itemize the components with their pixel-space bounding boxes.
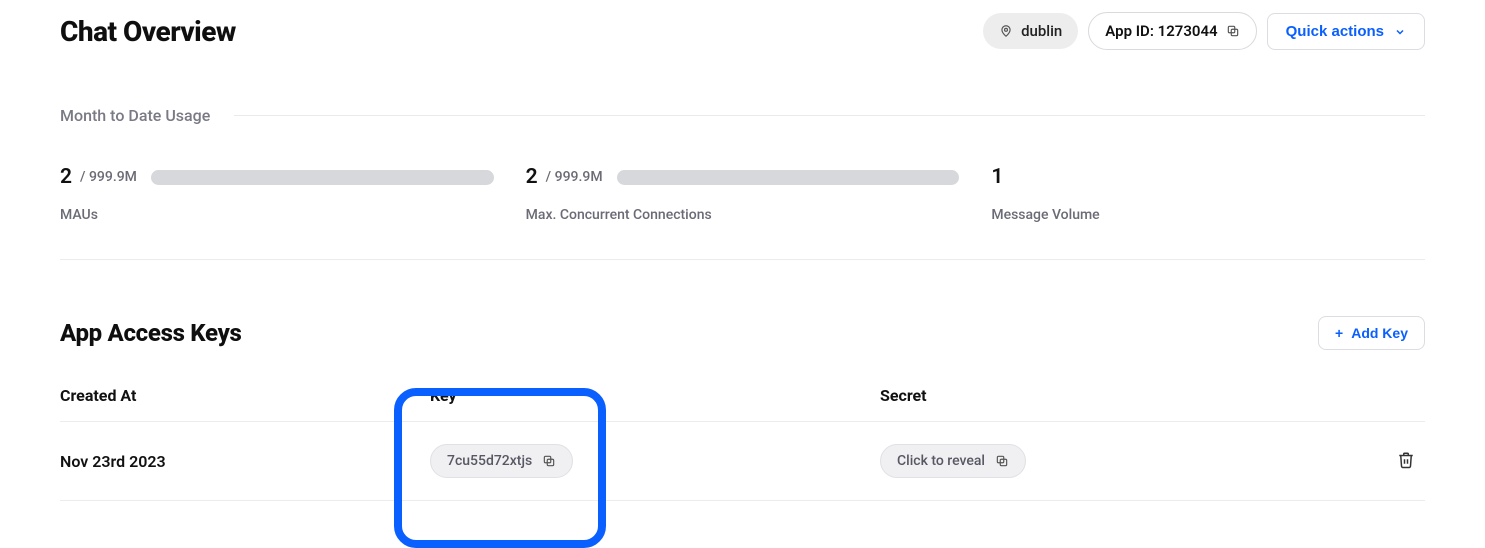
copy-icon[interactable] (542, 454, 556, 468)
table-row: Nov 23rd 2023 7cu55d72xtjs Click to reve… (60, 422, 1425, 501)
usage-section-label: Month to Date Usage (60, 106, 210, 125)
add-key-label: Add Key (1351, 325, 1408, 341)
connections-progress-bar (617, 170, 960, 185)
key-chip[interactable]: 7cu55d72xtjs (430, 444, 573, 478)
reveal-secret-chip[interactable]: Click to reveal (880, 444, 1026, 478)
metric-connections: 2 / 999.9M Max. Concurrent Connections (526, 165, 960, 223)
cell-actions (1365, 447, 1425, 476)
copy-icon[interactable] (1226, 24, 1240, 38)
connections-value: 2 (526, 165, 538, 189)
quick-actions-label: Quick actions (1286, 23, 1384, 40)
quick-actions-button[interactable]: Quick actions (1267, 13, 1425, 50)
key-value: 7cu55d72xtjs (447, 453, 532, 469)
connections-max: / 999.9M (546, 169, 603, 185)
trash-icon (1397, 451, 1415, 469)
region-pill[interactable]: dublin (983, 13, 1078, 49)
column-secret: Secret (880, 386, 1365, 405)
usage-metrics: 2 / 999.9M MAUs 2 / 999.9M Max. Concurre… (60, 165, 1425, 260)
plus-icon: + (1335, 325, 1343, 341)
region-label: dublin (1021, 22, 1062, 40)
metric-maus: 2 / 999.9M MAUs (60, 165, 494, 223)
maus-value: 2 (60, 165, 72, 189)
app-access-keys-section: App Access Keys + Add Key Created At Key… (60, 316, 1425, 501)
volume-value: 1 (991, 165, 1003, 189)
chevron-down-icon (1394, 25, 1406, 37)
maus-max: / 999.9M (80, 169, 137, 185)
page-title: Chat Overview (60, 15, 236, 48)
column-created-at: Created At (60, 386, 430, 405)
delete-key-button[interactable] (1393, 447, 1419, 476)
cell-created-at: Nov 23rd 2023 (60, 452, 430, 471)
cell-key: 7cu55d72xtjs (430, 444, 880, 478)
add-key-button[interactable]: + Add Key (1318, 316, 1425, 350)
metric-volume: 1 Message Volume (991, 165, 1425, 223)
maus-progress-bar (151, 170, 494, 185)
access-keys-table: Created At Key Secret Nov 23rd 2023 7cu5… (60, 386, 1425, 501)
header-actions: dublin App ID: 1273044 Quick actions (983, 12, 1425, 50)
maus-label: MAUs (60, 207, 494, 223)
column-key: Key (430, 386, 880, 405)
copy-icon[interactable] (995, 454, 1009, 468)
app-access-keys-title: App Access Keys (60, 319, 242, 347)
app-id-pill[interactable]: App ID: 1273044 (1088, 12, 1256, 50)
app-id-label: App ID: 1273044 (1105, 22, 1217, 40)
usage-section-header: Month to Date Usage (60, 106, 1425, 125)
connections-label: Max. Concurrent Connections (526, 207, 960, 223)
table-header: Created At Key Secret (60, 386, 1425, 422)
divider (234, 115, 1425, 116)
location-pin-icon (999, 24, 1013, 38)
volume-label: Message Volume (991, 207, 1425, 223)
reveal-secret-label: Click to reveal (897, 453, 985, 469)
cell-secret: Click to reveal (880, 444, 1365, 478)
